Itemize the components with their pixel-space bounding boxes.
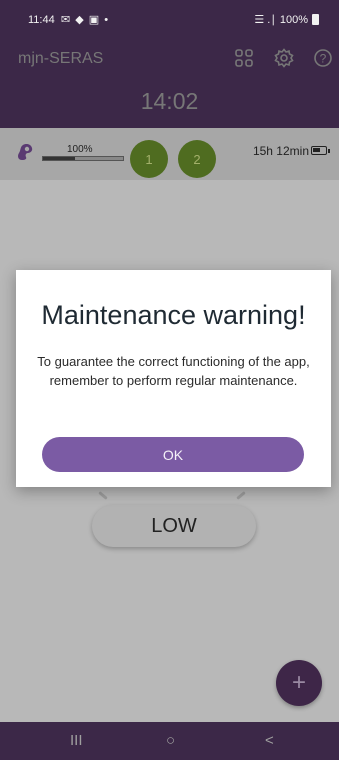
channel-1-button[interactable]: 1	[130, 140, 168, 178]
recents-button[interactable]: III	[70, 732, 83, 749]
status-time: 11:44	[28, 14, 55, 26]
system-nav-bar: III ○ <	[0, 722, 339, 760]
back-button[interactable]: <	[265, 732, 274, 749]
dialog-title: Maintenance warning!	[41, 300, 306, 330]
device-battery-tip	[328, 149, 330, 153]
hearing-aid-icon	[18, 144, 33, 160]
volume-bar-fill	[43, 157, 75, 160]
home-button[interactable]: ○	[166, 732, 175, 749]
current-time-display: 14:02	[140, 88, 199, 114]
apps-icon[interactable]	[234, 48, 254, 68]
maintenance-dialog: Maintenance warning! To guarantee the co…	[16, 270, 331, 487]
volume-bar	[42, 156, 124, 161]
volume-percent: 100%	[67, 144, 93, 155]
device-status-bar: 100% 1 2 15h 12min	[0, 128, 339, 180]
ok-button[interactable]: OK	[42, 437, 304, 472]
battery-time-left: 15h 12min	[252, 144, 309, 158]
wifi-signal-icon: ☰ .∣	[254, 14, 276, 26]
status-bar: 11:44 ✉ ◆ ▣ • ☰ .∣ 100%	[0, 0, 339, 40]
svg-text:?: ?	[320, 52, 327, 66]
add-button[interactable]: +	[276, 660, 322, 706]
battery-percent: 100%	[279, 13, 308, 26]
battery-icon	[312, 14, 319, 25]
app-title: mjn-SERAS	[18, 50, 104, 67]
settings-icon[interactable]	[274, 48, 294, 68]
mode-selector-button[interactable]: LOW	[92, 505, 256, 547]
notification-icons: ✉ ◆ ▣ •	[61, 14, 110, 26]
app-header: mjn-SERAS ? 14:02	[0, 40, 339, 128]
device-battery-icon	[311, 146, 327, 155]
dialog-message: To guarantee the correct functioning of …	[37, 354, 310, 388]
help-icon[interactable]: ?	[313, 48, 333, 68]
status-right: ☰ .∣ 100%	[254, 13, 319, 26]
channel-2-button[interactable]: 2	[178, 140, 216, 178]
